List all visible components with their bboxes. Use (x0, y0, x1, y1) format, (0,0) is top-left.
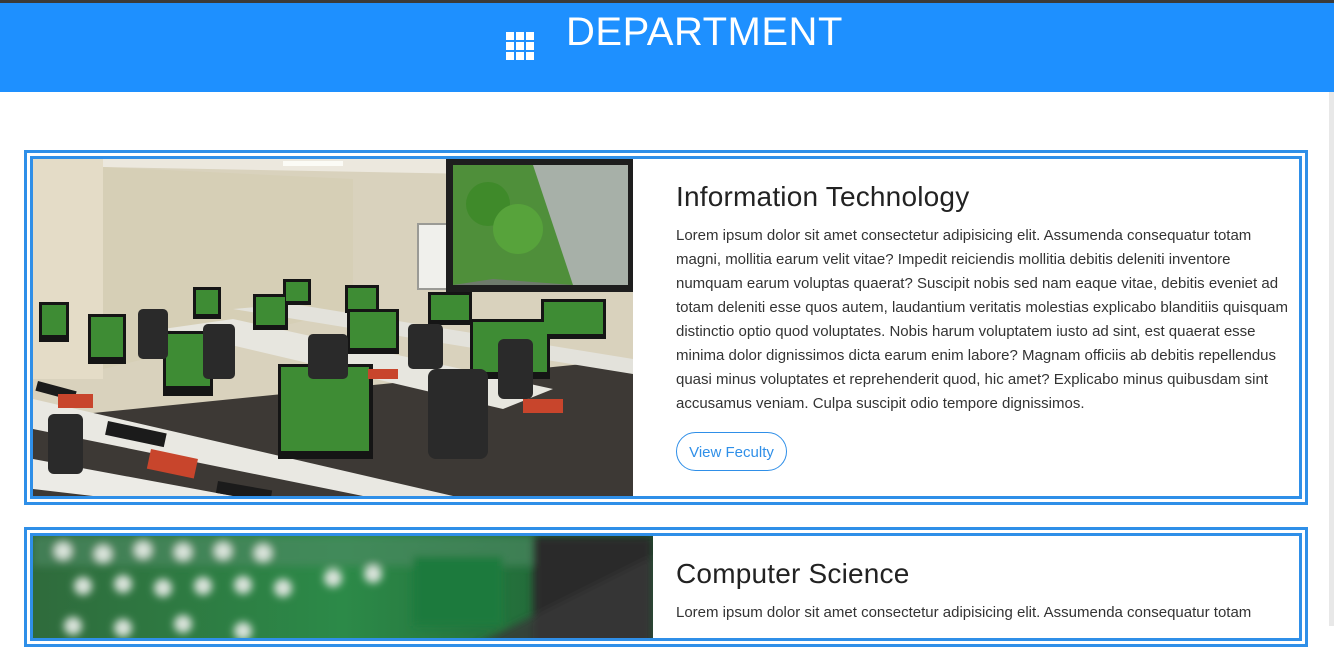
department-title: Computer Science (676, 558, 910, 589)
department-card-body: Computer Science Lorem ipsum dolor sit a… (676, 536, 1296, 625)
department-card-inner: Computer Science Lorem ipsum dolor sit a… (30, 533, 1302, 641)
department-card: Information Technology Lorem ipsum dolor… (24, 150, 1308, 505)
scrollbar-track[interactable] (1329, 92, 1334, 626)
apps-grid-icon[interactable] (506, 32, 534, 60)
view-faculty-button[interactable]: View Feculty (676, 432, 787, 471)
department-image-circuit-board (33, 536, 653, 638)
page-title: DEPARTMENT (566, 10, 843, 54)
department-card-inner: Information Technology Lorem ipsum dolor… (30, 156, 1302, 499)
site-header: DEPARTMENT (0, 3, 1334, 92)
department-card-body: Information Technology Lorem ipsum dolor… (676, 159, 1296, 471)
department-description: Lorem ipsum dolor sit amet consectetur a… (676, 604, 1252, 621)
department-description: Lorem ipsum dolor sit amet consectetur a… (676, 227, 1288, 412)
department-title: Information Technology (676, 181, 970, 212)
department-card: Computer Science Lorem ipsum dolor sit a… (24, 527, 1308, 647)
department-image-computer-lab (33, 159, 633, 496)
